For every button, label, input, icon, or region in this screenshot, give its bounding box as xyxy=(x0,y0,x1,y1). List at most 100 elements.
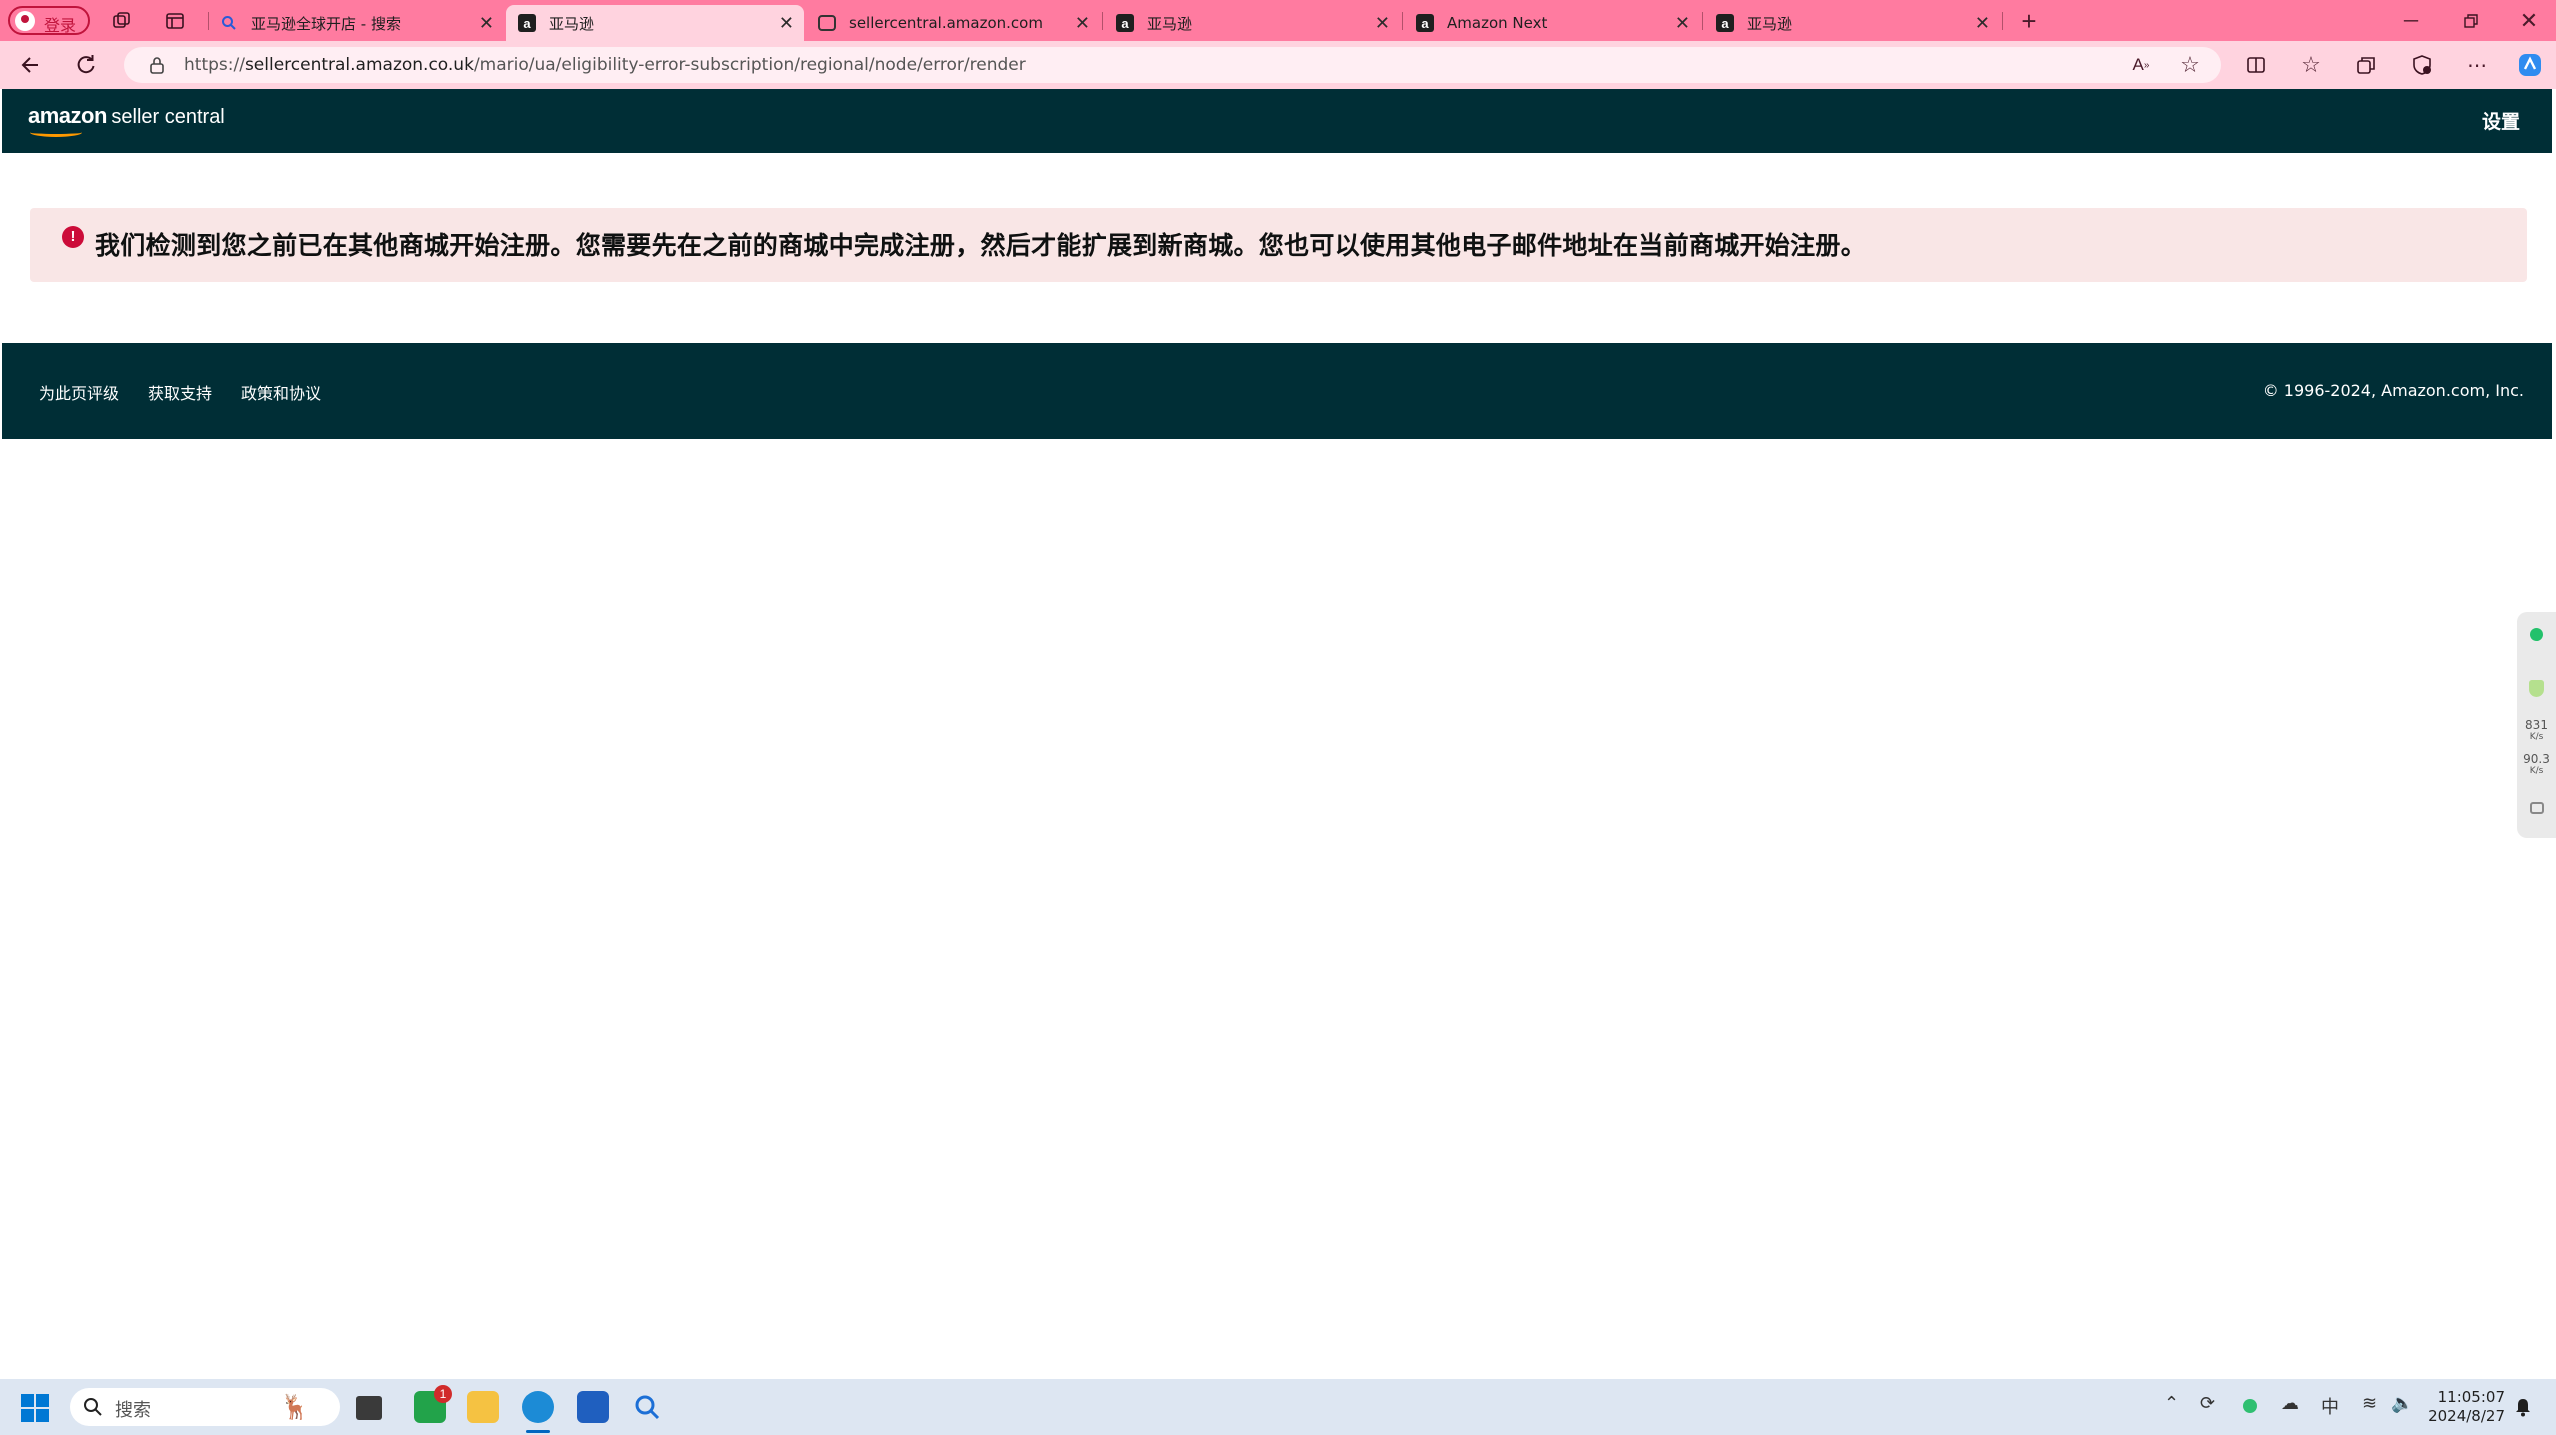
address-bar[interactable]: https://sellercentral.amazon.co.uk/mario… xyxy=(124,47,2221,83)
download-unit: K/s xyxy=(2529,766,2544,776)
tab-title: 亚马逊全球开店 - 搜索 xyxy=(251,14,401,33)
tray-overflow-icon[interactable]: ⌃ xyxy=(2164,1393,2179,1414)
split-screen-icon[interactable] xyxy=(2241,50,2271,80)
tab-separator xyxy=(2002,12,2003,30)
windows-taskbar: 搜索 🦌 1 ⌃ ⟳ ☁ 中 ≋ 🔈 11:05:07 2024/8/27 xyxy=(0,1379,2556,1435)
amazon-icon: a xyxy=(518,14,536,32)
amazon-icon: a xyxy=(1716,14,1734,32)
tab-title: sellercentral.amazon.com xyxy=(849,14,1043,32)
tab-title: 亚马逊 xyxy=(1747,14,1793,33)
error-message: 我们检测到您之前已在其他商城开始注册。您需要先在之前的商城中完成注册，然后才能扩… xyxy=(95,231,1867,260)
wifi-icon[interactable]: ≋ xyxy=(2362,1393,2377,1414)
refresh-icon[interactable] xyxy=(71,50,101,80)
seller-central-logo[interactable]: amazon seller central xyxy=(28,103,225,137)
logo-amazon-text: amazon xyxy=(28,103,107,128)
close-icon[interactable]: ✕ xyxy=(779,13,794,34)
tab-amazon-active[interactable]: a 亚马逊 ✕ xyxy=(506,5,804,41)
tab-separator xyxy=(1402,12,1403,30)
tab-amazon[interactable]: a 亚马逊 ✕ xyxy=(1104,5,1400,41)
upload-unit: K/s xyxy=(2529,732,2544,742)
tab-title: 亚马逊 xyxy=(549,14,595,33)
url-path: /mario/ua/eligibility-error-subscription… xyxy=(473,55,1026,75)
footer-links: 为此页评级 获取支持 政策和协议 xyxy=(39,380,321,404)
copyright-text: © 1996-2024, Amazon.com, Inc. xyxy=(2262,381,2524,400)
onedrive-icon[interactable]: ☁ xyxy=(2281,1393,2299,1414)
profile-label: 登录 xyxy=(44,16,77,35)
shield-icon xyxy=(2529,680,2544,697)
search-icon xyxy=(220,14,238,32)
tab-amazon[interactable]: a 亚马逊 ✕ xyxy=(1704,5,2000,41)
new-tab-icon[interactable]: + xyxy=(2014,6,2044,36)
file-explorer-icon[interactable] xyxy=(467,1391,499,1423)
close-icon[interactable]: ✕ xyxy=(1075,13,1090,34)
search-app-icon[interactable] xyxy=(632,1392,662,1422)
copilot-icon[interactable] xyxy=(2515,50,2545,80)
lock-icon[interactable] xyxy=(142,50,172,80)
footer-link-policies[interactable]: 政策和协议 xyxy=(241,380,321,404)
collections-icon[interactable] xyxy=(2351,50,2381,80)
close-icon[interactable]: ✕ xyxy=(1675,13,1690,34)
edge-browser-icon[interactable] xyxy=(522,1391,554,1423)
seller-central-header: amazon seller central 设置 xyxy=(2,89,2552,153)
amazon-icon: a xyxy=(1116,14,1134,32)
favorites-icon[interactable]: ☆ xyxy=(2296,50,2326,80)
upload-speed: 831 xyxy=(2525,718,2548,732)
sync-icon[interactable]: ⟳ xyxy=(2200,1393,2215,1414)
tab-amazon-next[interactable]: a Amazon Next ✕ xyxy=(1404,5,1700,41)
footer-link-rate-page[interactable]: 为此页评级 xyxy=(39,380,119,404)
taskbar-search[interactable]: 搜索 🦌 xyxy=(70,1388,340,1426)
network-monitor-widget[interactable]: 831 K/s 90.3 K/s xyxy=(2517,612,2556,838)
ime-indicator[interactable]: 中 xyxy=(2321,1393,2339,1419)
download-speed: 90.3 xyxy=(2523,752,2550,766)
search-icon xyxy=(78,1392,108,1422)
sellercentral-icon xyxy=(818,15,836,31)
download-app-icon[interactable]: 1 xyxy=(414,1385,452,1423)
close-icon[interactable]: ✕ xyxy=(1375,13,1390,34)
windows-start-icon[interactable] xyxy=(21,1394,49,1422)
tab-separator xyxy=(1702,12,1703,30)
tab-title: 亚马逊 xyxy=(1147,14,1193,33)
url-prefix: https:// xyxy=(184,55,245,75)
browser-essentials-icon[interactable] xyxy=(2407,50,2437,80)
url-host: sellercentral.amazon.co.uk xyxy=(244,55,474,75)
notification-badge: 1 xyxy=(434,1385,452,1403)
camera-icon[interactable] xyxy=(2530,802,2544,814)
terminal-app-icon[interactable] xyxy=(356,1396,382,1420)
workspaces-icon[interactable] xyxy=(106,6,136,36)
favorite-star-icon[interactable]: ☆ xyxy=(2175,50,2205,80)
url-text[interactable]: https://sellercentral.amazon.co.uk/mario… xyxy=(184,55,1026,75)
profile-button[interactable]: 登录 xyxy=(8,6,90,35)
footer-link-get-support[interactable]: 获取支持 xyxy=(148,380,212,404)
error-alert: ! 我们检测到您之前已在其他商城开始注册。您需要先在之前的商城中完成注册，然后才… xyxy=(30,208,2527,282)
profile-avatar-icon xyxy=(15,11,35,31)
error-icon: ! xyxy=(62,226,84,248)
active-app-indicator xyxy=(526,1430,550,1433)
logo-seller-central-text: seller central xyxy=(111,106,225,128)
tab-search[interactable]: 亚马逊全球开店 - 搜索 ✕ xyxy=(208,5,504,41)
close-window-icon[interactable]: ✕ xyxy=(2514,6,2544,36)
close-icon[interactable]: ✕ xyxy=(479,13,494,34)
close-icon[interactable]: ✕ xyxy=(1975,13,1990,34)
wechat-tray-icon[interactable] xyxy=(2243,1399,2257,1413)
tab-separator xyxy=(1102,12,1103,30)
amazon-smile-icon xyxy=(30,128,82,137)
minimize-icon[interactable]: ─ xyxy=(2396,6,2426,36)
vertical-tabs-icon[interactable] xyxy=(160,6,190,36)
restore-icon[interactable] xyxy=(2456,6,2486,36)
volume-icon[interactable]: 🔈 xyxy=(2391,1393,2413,1414)
status-dot-icon xyxy=(2530,628,2543,641)
settings-link[interactable]: 设置 xyxy=(2482,107,2520,134)
taskbar-clock[interactable]: 11:05:07 2024/8/27 xyxy=(2428,1388,2505,1426)
notification-bell-icon[interactable] xyxy=(2508,1392,2538,1422)
clock-time: 11:05:07 xyxy=(2437,1388,2505,1406)
seller-central-footer: 为此页评级 获取支持 政策和协议 © 1996-2024, Amazon.com… xyxy=(2,343,2552,439)
browser-tab-bar: 登录 亚马逊全球开店 - 搜索 ✕ a 亚马逊 ✕ sellercentral.… xyxy=(0,0,2556,41)
store-app-icon[interactable] xyxy=(577,1391,609,1423)
tab-title: Amazon Next xyxy=(1447,14,1548,32)
back-icon[interactable] xyxy=(16,50,46,80)
search-highlight-icon: 🦌 xyxy=(280,1393,310,1421)
amazon-icon: a xyxy=(1416,14,1434,32)
tab-sellercentral[interactable]: sellercentral.amazon.com ✕ xyxy=(806,5,1100,41)
more-menu-icon[interactable]: ⋯ xyxy=(2462,50,2492,80)
read-aloud-icon[interactable]: A» xyxy=(2126,50,2156,80)
